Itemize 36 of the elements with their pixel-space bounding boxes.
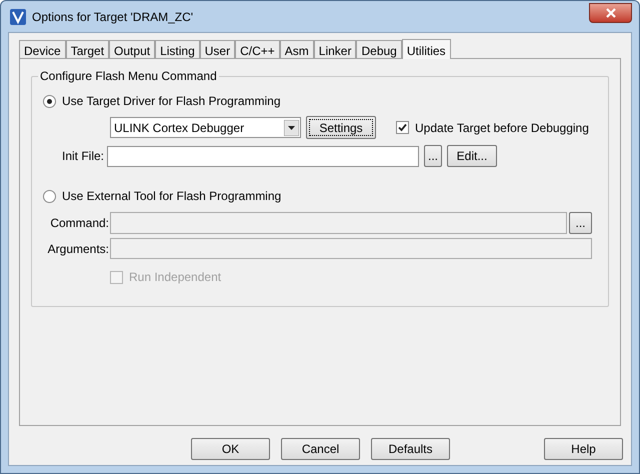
checkbox-label: Update Target before Debugging: [415, 120, 589, 136]
tab[interactable]: User: [200, 40, 236, 58]
field-label: Command:: [49, 215, 110, 232]
browse-button[interactable]: ...: [424, 145, 442, 167]
check-icon: [398, 123, 407, 132]
driver-dropdown[interactable]: ULINK Cortex Debugger: [110, 117, 301, 138]
tab[interactable]: C/C++: [235, 40, 280, 58]
dialog-button[interactable]: Help: [544, 438, 623, 460]
tab[interactable]: Output: [109, 40, 156, 58]
window-title: Options for Target 'DRAM_ZC': [32, 8, 194, 26]
checkbox[interactable]: [396, 121, 409, 134]
settings-button[interactable]: Settings: [306, 116, 376, 139]
radio-label: Use Target Driver for Flash Programming: [62, 93, 281, 110]
app-icon: [10, 8, 26, 24]
radio-label: Use External Tool for Flash Programming: [62, 188, 282, 205]
dialog-button[interactable]: Cancel: [281, 438, 360, 460]
tab[interactable]: Linker: [314, 40, 356, 58]
tab[interactable]: Target: [66, 40, 110, 58]
close-icon: [606, 8, 616, 18]
dialog-button[interactable]: OK: [191, 438, 270, 460]
checkbox-label: Run Independent: [129, 269, 222, 286]
init-file-field[interactable]: [107, 146, 419, 166]
dialog-button[interactable]: Defaults: [371, 438, 450, 460]
tab[interactable]: Asm: [280, 40, 314, 58]
edit-button[interactable]: Edit...: [447, 145, 497, 167]
tab[interactable]: Utilities: [402, 39, 451, 59]
close-button[interactable]: [589, 2, 632, 22]
radio-button[interactable]: [43, 190, 56, 202]
field-label: Arguments:: [46, 240, 110, 258]
field-label: Init File:: [60, 148, 105, 165]
tab[interactable]: Listing: [155, 40, 200, 58]
tab[interactable]: Debug: [356, 40, 402, 58]
radio-button[interactable]: [43, 94, 56, 108]
tab[interactable]: Device: [19, 40, 66, 58]
dropdown-arrow-icon: [284, 120, 299, 136]
group-title: Configure Flash Menu Command: [38, 69, 219, 83]
